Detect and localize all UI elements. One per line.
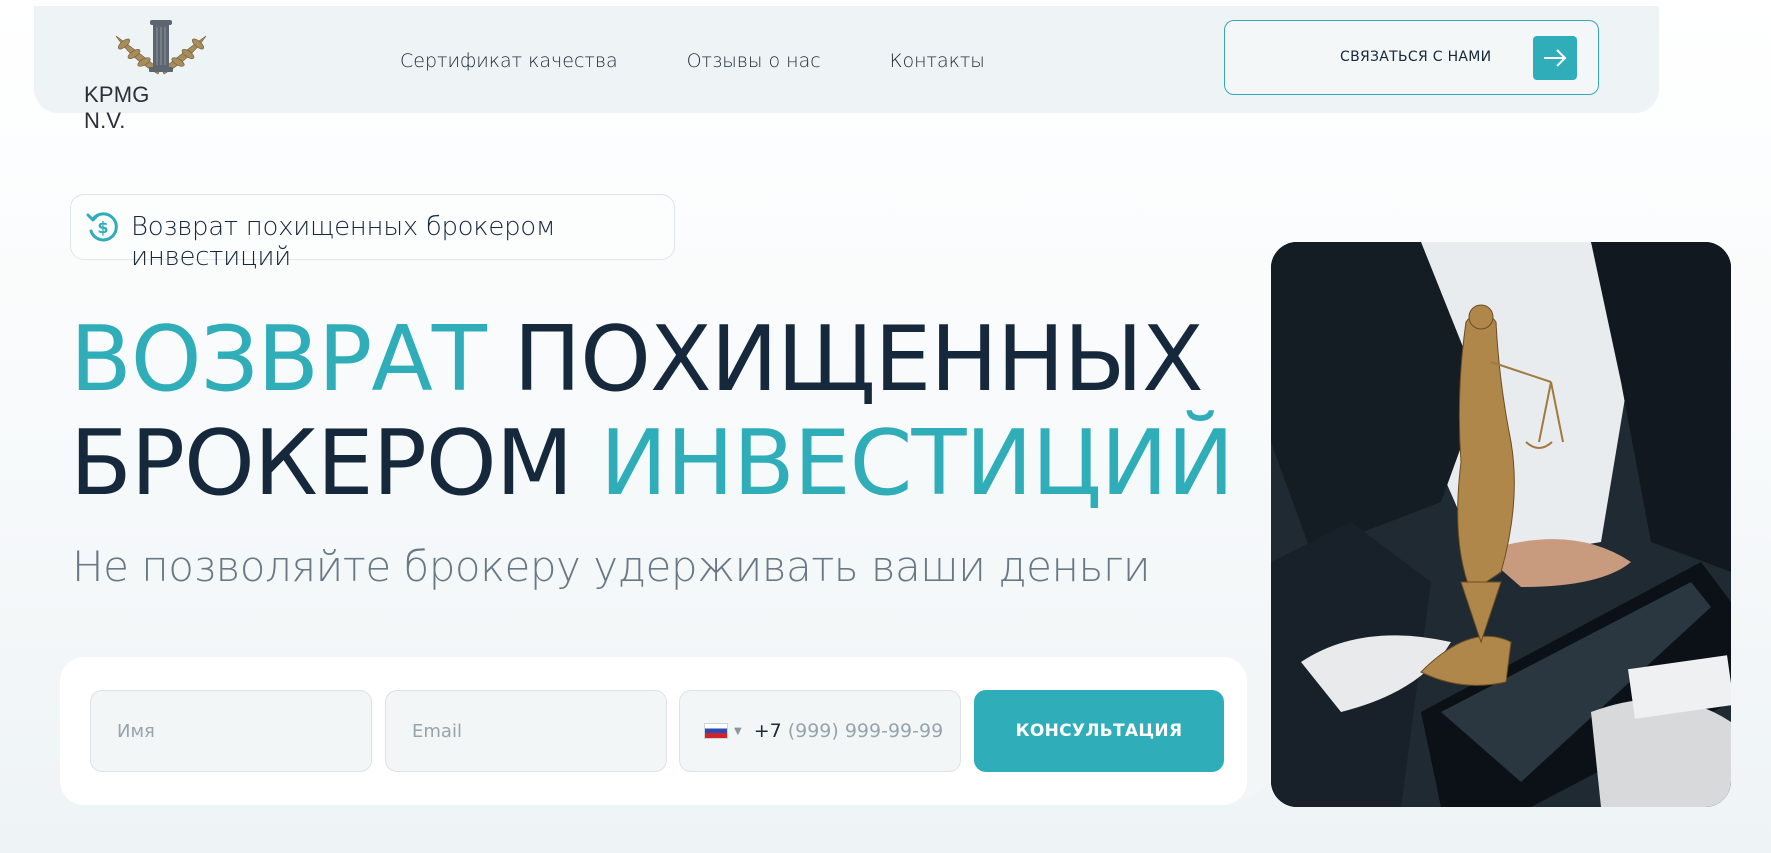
hero-badge: $ Возврат похищенных брокером инвестиций bbox=[70, 194, 675, 272]
contact-us-button[interactable]: СВЯЗАТЬСЯ С НАМИ bbox=[1224, 20, 1599, 95]
headline-dark-2: БРОКЕРОМ bbox=[70, 411, 573, 516]
hero-headline: ВОЗВРАТ ПОХИЩЕННЫХ БРОКЕРОМ ИНВЕСТИЦИЙ bbox=[70, 307, 1234, 516]
phone-input[interactable] bbox=[787, 720, 960, 742]
hero-subtitle: Не позволяйте брокеру удерживать ваши де… bbox=[72, 542, 1151, 591]
phone-field[interactable]: ▼ +7 bbox=[679, 690, 961, 772]
lawyer-justice-statue-image bbox=[1271, 242, 1731, 807]
hero-photo bbox=[1271, 242, 1731, 807]
email-input[interactable] bbox=[412, 720, 666, 742]
email-field[interactable] bbox=[385, 690, 667, 772]
dollar-refresh-icon: $ bbox=[85, 209, 121, 250]
headline-accent-2: ИНВЕСТИЦИЙ bbox=[600, 411, 1234, 516]
nav-contacts[interactable]: Контакты bbox=[890, 50, 985, 72]
russia-flag-icon[interactable] bbox=[704, 723, 728, 739]
badge-text: Возврат похищенных брокером инвестиций bbox=[131, 212, 556, 272]
logo-text: KPMG N.V. bbox=[84, 82, 150, 133]
contact-us-label: СВЯЗАТЬСЯ С НАМИ bbox=[1340, 49, 1492, 65]
phone-prefix: +7 bbox=[753, 720, 782, 742]
name-field[interactable] bbox=[90, 690, 372, 772]
caret-down-icon[interactable]: ▼ bbox=[734, 726, 742, 737]
main-nav: Сертификат качества Отзывы о нас Контакт… bbox=[400, 50, 1054, 72]
headline-dark-1: ПОХИЩЕННЫХ bbox=[513, 307, 1203, 412]
headline-accent-1: ВОЗВРАТ bbox=[70, 307, 487, 412]
consultation-form: ▼ +7 КОНСУЛЬТАЦИЯ bbox=[60, 657, 1247, 805]
logo[interactable]: KPMG N.V. bbox=[76, 14, 207, 133]
site-header: KPMG N.V. Сертификат качества Отзывы о н… bbox=[34, 6, 1659, 133]
laurel-column-logo-icon bbox=[115, 20, 207, 75]
name-input[interactable] bbox=[117, 720, 371, 742]
arrow-right-icon bbox=[1533, 36, 1577, 80]
nav-quality-certificate[interactable]: Сертификат качества bbox=[400, 50, 618, 72]
consultation-button[interactable]: КОНСУЛЬТАЦИЯ bbox=[974, 690, 1224, 772]
nav-reviews[interactable]: Отзывы о нас bbox=[687, 50, 821, 72]
svg-text:$: $ bbox=[97, 218, 108, 237]
